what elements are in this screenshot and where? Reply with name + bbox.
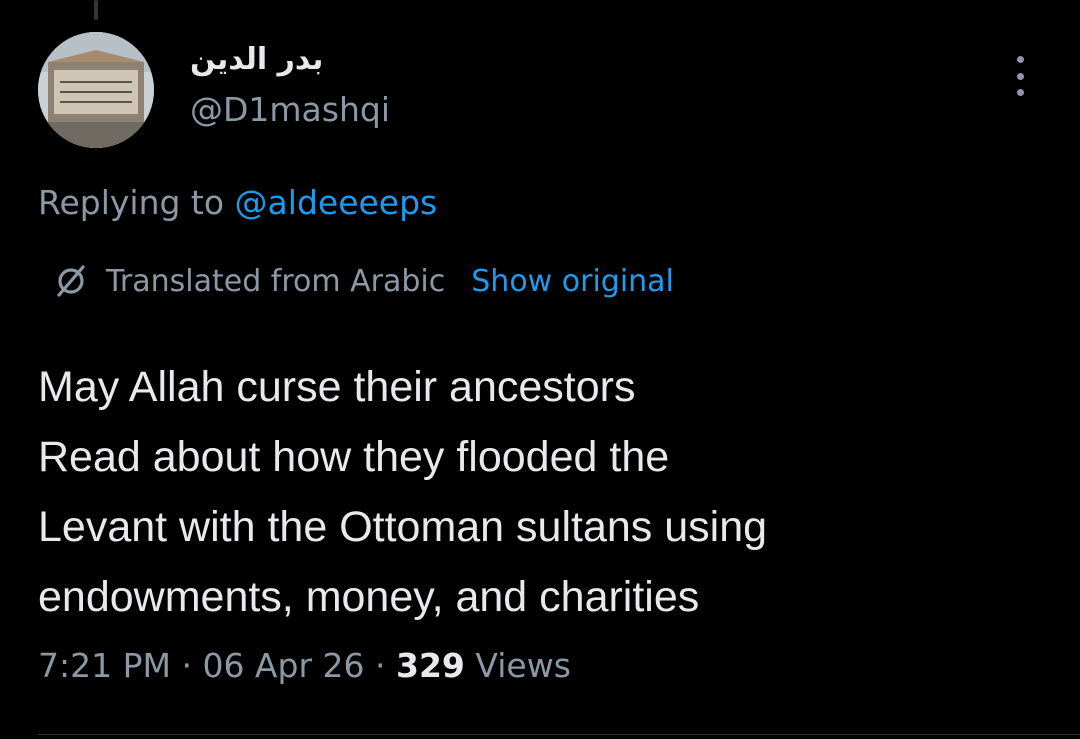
- more-dot: [1016, 72, 1024, 80]
- thread-connector-line: [94, 0, 98, 20]
- replying-to-handle-link[interactable]: @aldeeeeps: [235, 183, 438, 222]
- tweet-date[interactable]: 06 Apr 26: [202, 646, 364, 685]
- tweet-text: May Allah curse their ancestors Read abo…: [38, 352, 1048, 632]
- author-handle[interactable]: @D1mashqi: [190, 90, 390, 129]
- more-options-icon[interactable]: [1000, 52, 1040, 100]
- tweet-text-line: Levant with the Ottoman sultans using: [38, 503, 768, 551]
- replying-to-line: Replying to @aldeeeeps: [38, 183, 437, 222]
- translation-row: Translated from Arabic Show original: [50, 260, 674, 302]
- views-label[interactable]: Views: [465, 646, 571, 685]
- translated-from-label: Translated from Arabic: [106, 263, 446, 299]
- views-count[interactable]: 329: [396, 646, 465, 685]
- translate-globe-slash-icon: [57, 265, 85, 297]
- tweet-meta: 7:21 PM · 06 Apr 26 · 329 Views: [38, 646, 571, 685]
- tweet-text-line: endowments, money, and charities: [38, 573, 700, 621]
- tweet-text-line: Read about how they flooded the: [38, 433, 670, 481]
- tweet-time[interactable]: 7:21 PM: [38, 646, 171, 685]
- meta-separator: ·: [170, 646, 203, 685]
- more-dot: [1016, 56, 1024, 63]
- tweet-text-line: May Allah curse their ancestors: [38, 363, 636, 411]
- replying-to-label: Replying to: [38, 183, 235, 222]
- show-original-link[interactable]: Show original: [471, 264, 674, 299]
- avatar-image-icon: [38, 32, 154, 148]
- author-name[interactable]: بدر الدين: [190, 42, 323, 77]
- more-dot: [1016, 89, 1024, 96]
- meta-separator: ·: [364, 646, 396, 685]
- avatar[interactable]: [38, 32, 154, 148]
- divider: [38, 734, 1080, 735]
